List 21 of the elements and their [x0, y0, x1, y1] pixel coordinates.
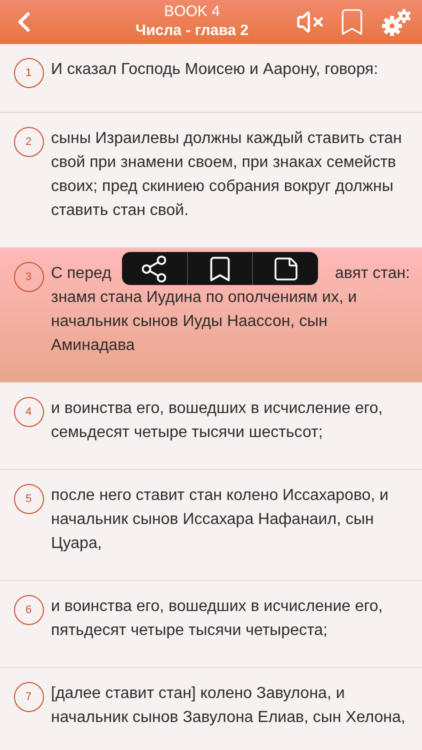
- verse-row[interactable]: 3 С перед авят стан: знамя стана Иудина по ополчениям их, и начальник сынов Иуды Наассон, сын Аминадава: [0, 248, 422, 383]
- verse-number: 1: [14, 58, 44, 88]
- note-icon: [272, 254, 300, 282]
- verse-text: авят стан:: [335, 264, 410, 284]
- verse-number: 3: [14, 262, 44, 292]
- verse-number: 5: [14, 484, 44, 514]
- verse-number: 7: [14, 682, 44, 712]
- verse-text: сыны Израилевы должны каждый ставить стан свой при знамени своем, при знаках семейств своих; пред скиниею собрания вокруг должны ставить стан свой.: [51, 129, 403, 221]
- verse-number: 2: [14, 127, 44, 157]
- book-title: BOOK 4: [164, 3, 220, 22]
- verse-text: и воинства его, вошедших в исчисление его, пятьдесят четыре тысячи четыреста;: [51, 597, 384, 641]
- verse-text: [далее ставит стан] колено Завулона, и начальник сынов Завулона Елиав, сын Хелона,: [51, 684, 406, 728]
- verse-text: знамя стана Иудина по ополчениям их, и начальник сынов Иуды Наассон, сын Аминадава: [51, 288, 358, 356]
- chapter-title: Числа - глава 2: [136, 22, 248, 41]
- settings-icon[interactable]: [380, 7, 414, 37]
- verse-text: С перед: [51, 264, 112, 284]
- verse-number: 4: [14, 397, 44, 427]
- verse-number: 6: [14, 595, 44, 625]
- verse-text: и воинства его, вошедших в исчисление его, семьдесят четыре тысячи шестьсот;: [51, 399, 384, 443]
- verse-text: И сказал Господь Моисею и Аарону, говоря:: [51, 60, 380, 80]
- verse-text: после него ставит стан колено Иссахарово, и начальник сынов Иссахара Нафанаил, сын Цуара,: [51, 486, 390, 554]
